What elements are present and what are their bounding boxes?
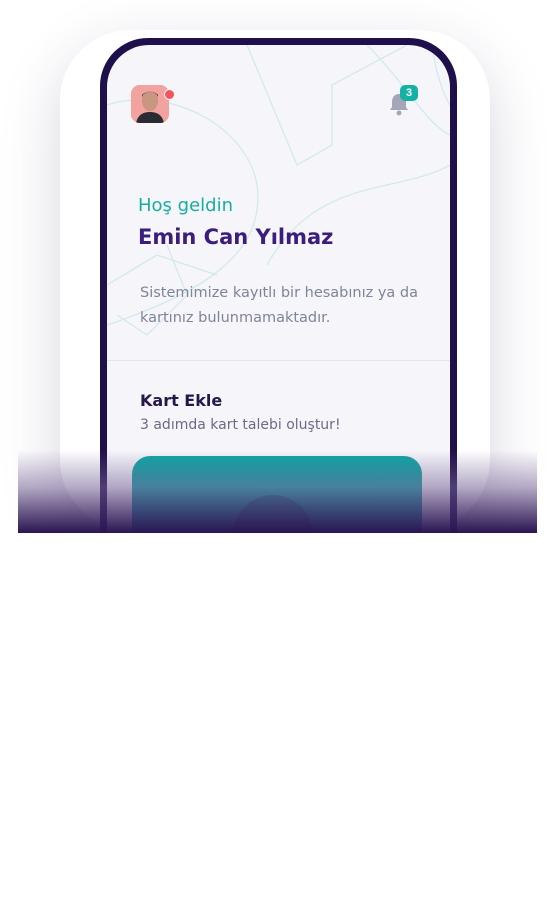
app-preview: 3 Hoş geldin Emin Can Yılmaz Sistemimize… [0, 0, 547, 902]
account-info-message: Sistemimize kayıtlı bir hesabınız ya da … [140, 285, 419, 326]
avatar-status-dot [164, 89, 175, 100]
add-card-subtitle: 3 adımda kart talebi oluştur! [140, 417, 341, 433]
notification-badge: 3 [400, 85, 418, 101]
user-avatar-icon [131, 85, 169, 123]
add-card-title: Kart Ekle [140, 391, 223, 410]
greeting-text: Hoş geldin [138, 195, 233, 216]
blank-area [0, 533, 547, 902]
profile-avatar[interactable] [131, 85, 169, 123]
user-name: Emin Can Yılmaz [138, 225, 334, 249]
bottom-fade-overlay [18, 450, 537, 533]
divider [107, 360, 450, 361]
